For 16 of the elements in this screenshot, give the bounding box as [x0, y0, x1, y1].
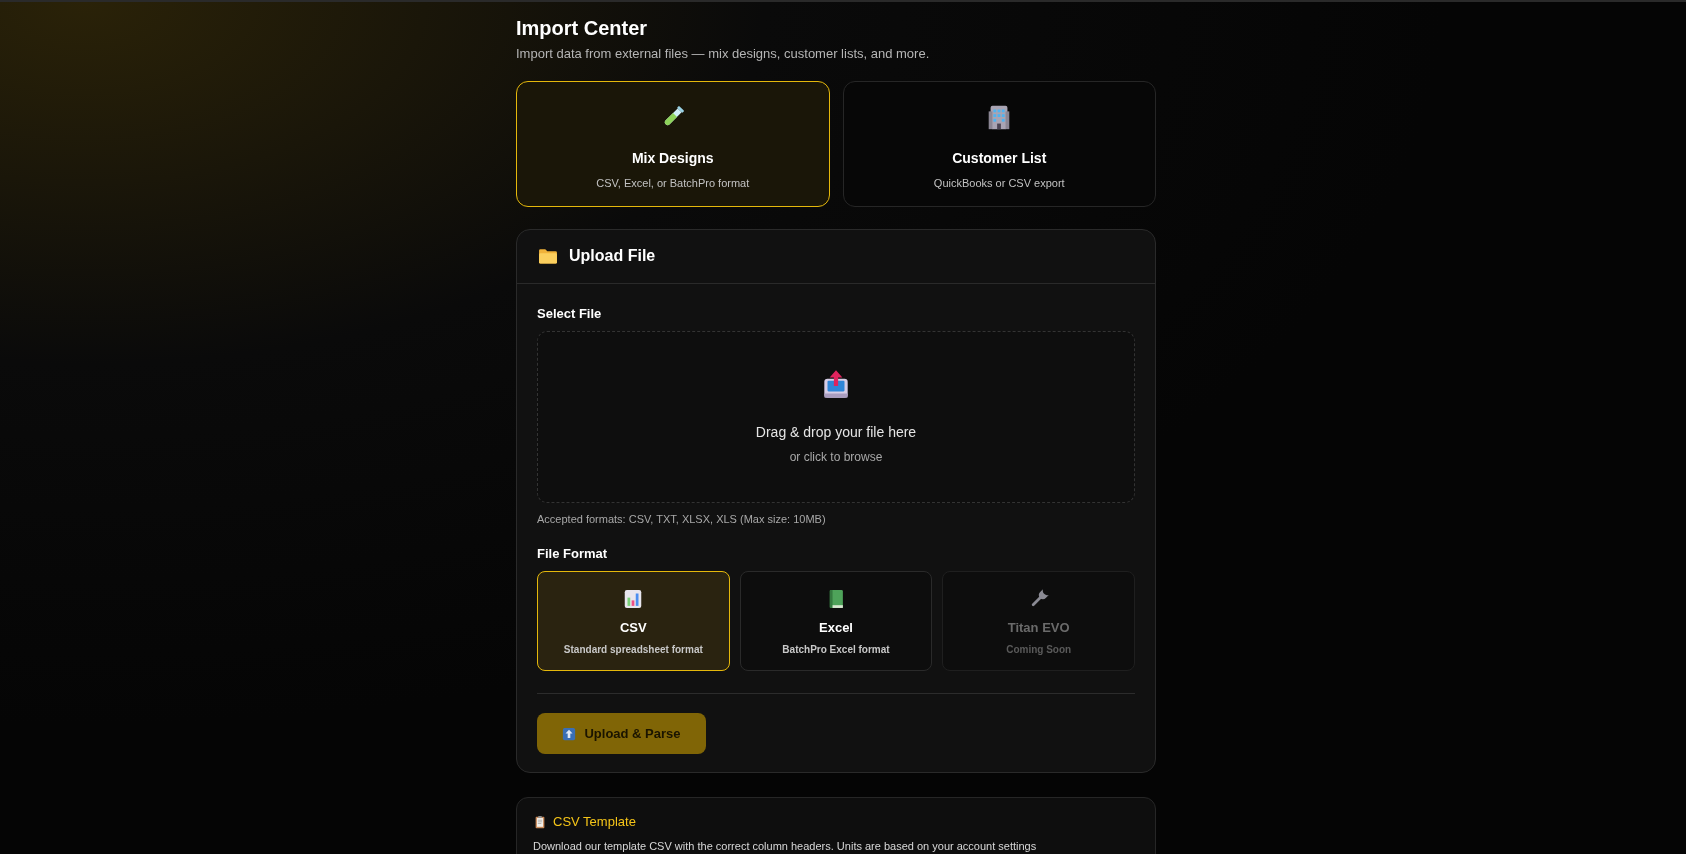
page-title: Import Center: [516, 16, 649, 41]
clipboard-icon: [533, 814, 547, 829]
file-dropzone[interactable]: Drag & drop your file here or click to browse: [537, 331, 1135, 503]
format-option[interactable]: CSV Standard spreadsheet format: [537, 571, 730, 671]
panel-title: Upload File: [569, 246, 656, 266]
dropzone-title: Drag & drop your file here: [755, 423, 917, 442]
import-type-card[interactable]: Mix Designs CSV, Excel, or BatchPro format: [516, 80, 830, 207]
template-description: Download our template CSV with the correct column headers. Units are based on your account settings: [533, 838, 1038, 854]
dropzone-hint: or click to browse: [789, 449, 883, 466]
page-subtitle: Import data from external files — mix designs, customer lists, and more.: [516, 45, 931, 63]
field-label: File Format: [537, 544, 609, 563]
field-label: Select File: [537, 304, 603, 323]
format-option[interactable]: Excel BatchPro Excel format: [739, 571, 933, 671]
template-title: CSV Template: [553, 813, 636, 831]
import-type-card[interactable]: Customer List QuickBooks or CSV export: [842, 80, 1156, 207]
help-text: Accepted formats: CSV, TXT, XLSX, XLS (Max size: 10MB): [537, 512, 827, 527]
